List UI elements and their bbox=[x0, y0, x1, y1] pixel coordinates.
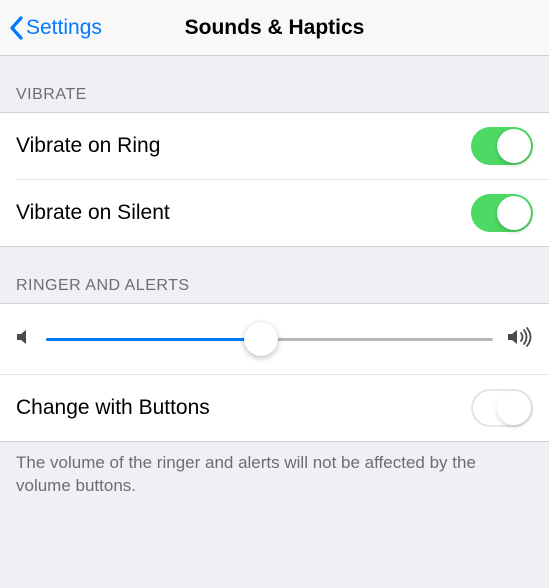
back-label: Settings bbox=[26, 16, 102, 40]
section-header-vibrate: Vibrate bbox=[0, 56, 549, 112]
switch-knob bbox=[497, 391, 531, 425]
switch-knob bbox=[497, 129, 531, 163]
slider-fill bbox=[46, 338, 261, 341]
vibrate-on-ring-toggle[interactable] bbox=[471, 127, 533, 165]
row-label: Change with Buttons bbox=[16, 396, 210, 420]
ringer-volume-slider[interactable] bbox=[46, 322, 493, 356]
row-label: Vibrate on Silent bbox=[16, 201, 170, 225]
ringer-group: Change with Buttons bbox=[0, 303, 549, 442]
chevron-left-icon bbox=[8, 16, 24, 40]
section-header-ringer: Ringer and Alerts bbox=[0, 247, 549, 303]
ringer-footer-text: The volume of the ringer and alerts will… bbox=[0, 442, 549, 508]
switch-knob bbox=[497, 196, 531, 230]
vibrate-on-ring-row: Vibrate on Ring bbox=[0, 113, 549, 179]
back-button[interactable]: Settings bbox=[8, 16, 102, 40]
vibrate-on-silent-toggle[interactable] bbox=[471, 194, 533, 232]
vibrate-on-silent-row: Vibrate on Silent bbox=[16, 179, 549, 246]
slider-thumb[interactable] bbox=[244, 322, 278, 356]
change-with-buttons-toggle[interactable] bbox=[471, 389, 533, 427]
vibrate-group: Vibrate on Ring Vibrate on Silent bbox=[0, 112, 549, 247]
navigation-bar: Settings Sounds & Haptics bbox=[0, 0, 549, 56]
ringer-volume-row bbox=[0, 304, 549, 374]
volume-min-icon bbox=[16, 328, 32, 351]
volume-max-icon bbox=[507, 327, 533, 352]
change-with-buttons-row: Change with Buttons bbox=[0, 374, 549, 441]
row-label: Vibrate on Ring bbox=[16, 134, 160, 158]
